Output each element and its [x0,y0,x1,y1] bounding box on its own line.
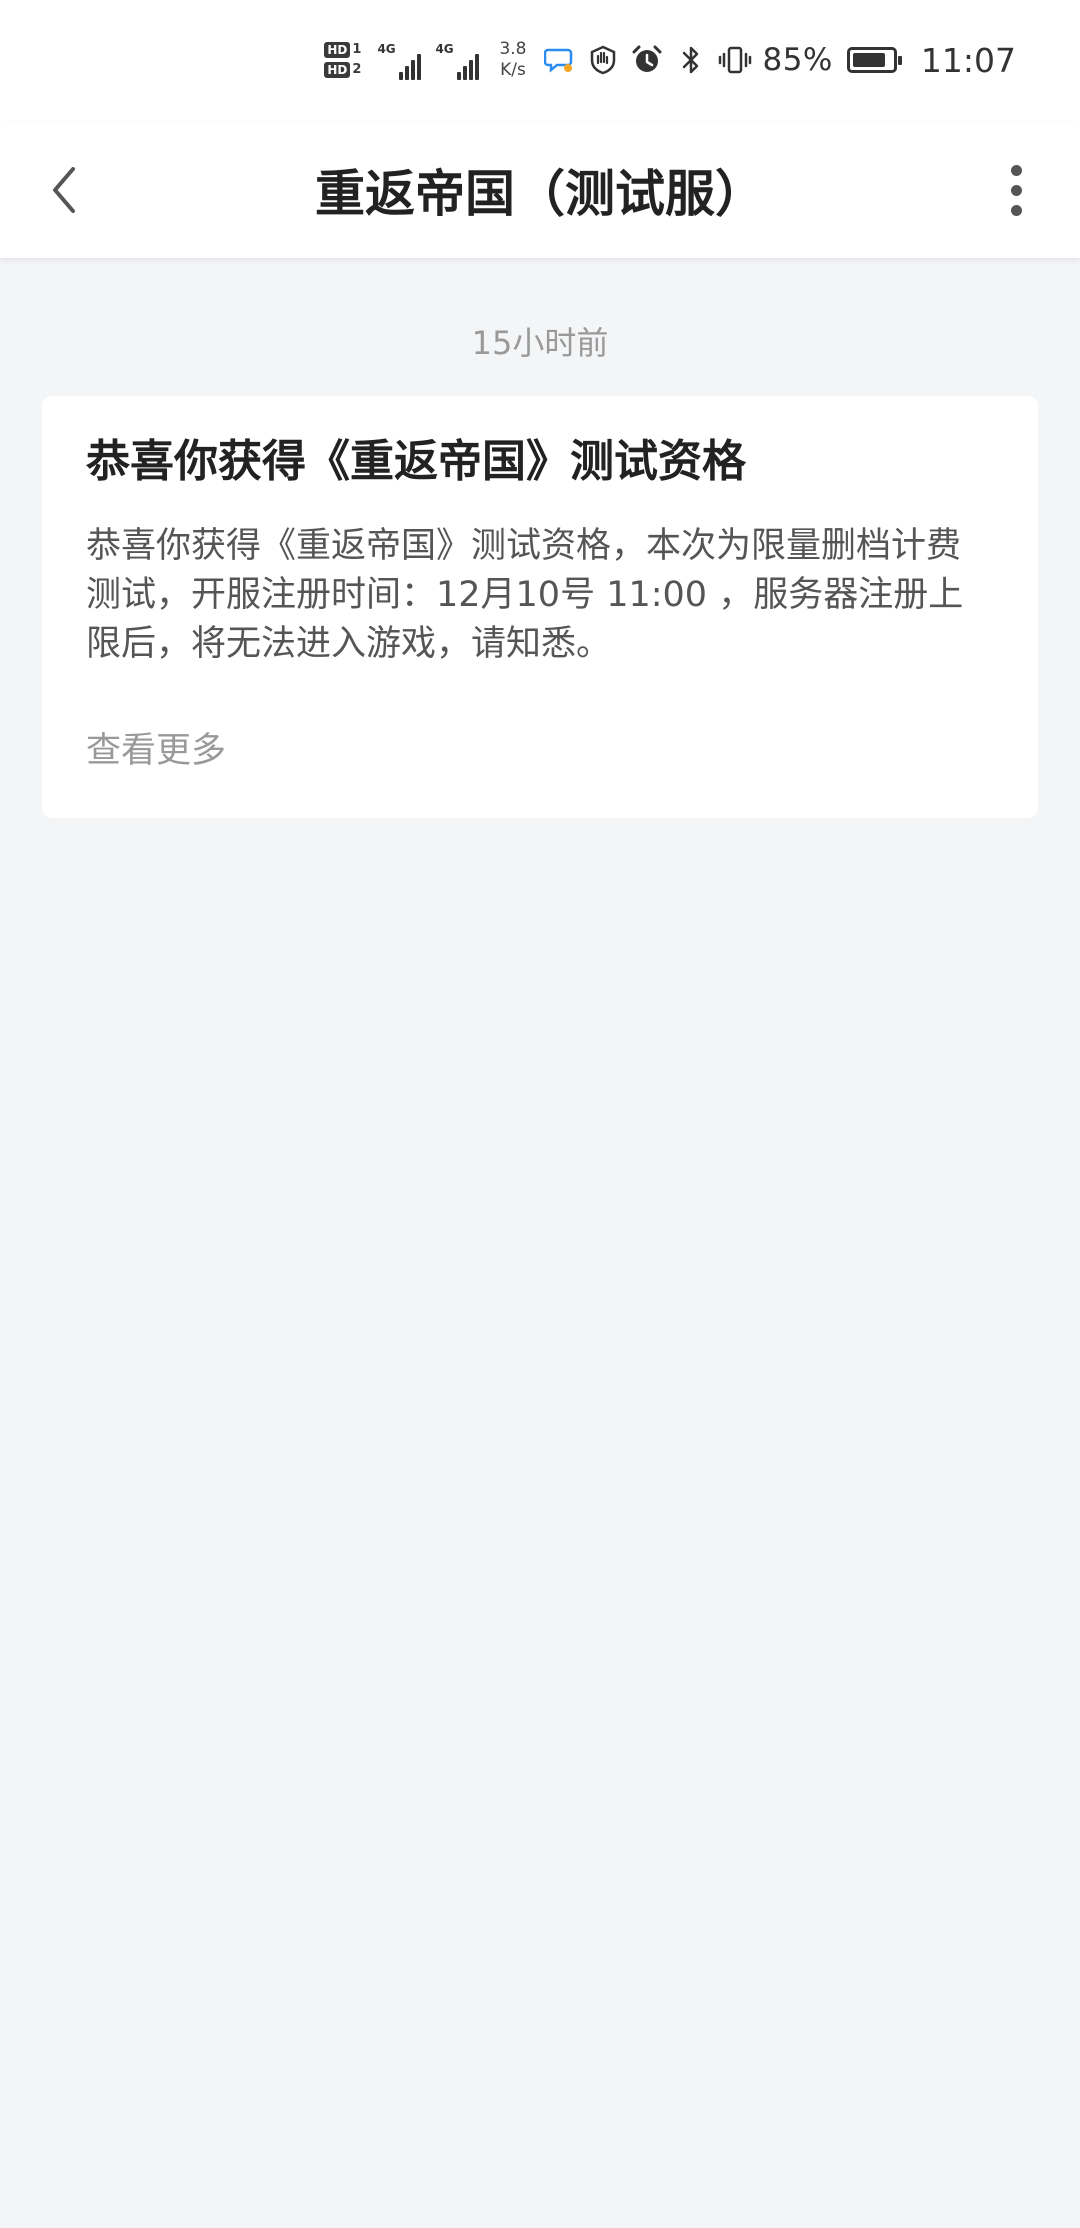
sim2-index: 2 [352,62,362,77]
signal-strength-icon-1: 4G [377,40,425,80]
bluetooth-icon [674,43,708,77]
network-speed-value: 3.8 [499,39,527,59]
chat-bubble-icon [542,43,576,77]
view-more-link[interactable]: 查看更多 [86,722,226,773]
sim1-index: 1 [352,42,362,57]
signal2-network-label: 4G [435,42,454,56]
battery-icon [846,47,902,73]
page-title: 重返帝国（测试服） [315,165,765,223]
alarm-icon [630,43,664,77]
signal-strength-icon-2: 4G [435,40,483,80]
battery-percent: 85% [762,42,833,78]
more-options-button[interactable] [986,158,1046,222]
battery-fill [852,53,885,67]
message-timestamp: 15小时前 [471,324,609,362]
navigation-bar: 重返帝国（测试服） [0,122,1080,259]
hand-shield-icon [586,43,620,77]
message-card[interactable]: 恭喜你获得《重返帝国》测试资格 恭喜你获得《重返帝国》测试资格，本次为限量删档计… [42,396,1038,818]
network-speed-unit: K/s [500,60,526,80]
sim2-hd-badge: HD 2 [324,62,361,78]
message-body: 恭喜你获得《重返帝国》测试资格，本次为限量删档计费测试，开服注册时间：12月10… [86,526,964,664]
sim-indicators: HD 1 HD 2 [324,42,361,78]
message-title: 恭喜你获得《重返帝国》测试资格 [86,436,746,487]
vibrate-icon [718,43,752,77]
sim1-hd-label: HD [324,42,351,58]
chevron-left-icon [53,167,75,213]
sim2-hd-label: HD [324,62,351,78]
status-icons: HD 1 HD 2 4G 4G 3.8 K/s 85% 11:07 [324,30,1016,90]
sim1-hd-badge: HD 1 [324,42,361,58]
more-vertical-icon [1010,164,1022,176]
signal1-network-label: 4G [377,42,396,56]
back-button[interactable] [34,158,94,222]
status-bar: HD 1 HD 2 4G 4G 3.8 K/s 85% 11:07 [0,0,1080,122]
status-time: 11:07 [920,40,1016,80]
network-speed: 3.8 K/s [499,39,526,81]
